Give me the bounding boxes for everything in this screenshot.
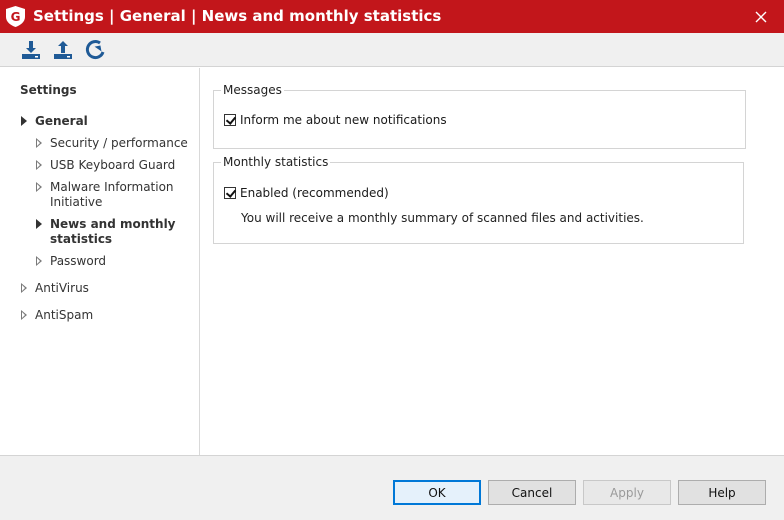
tree-title: Settings [20,83,77,97]
reset-icon [85,40,105,59]
close-icon [755,11,767,22]
import-button[interactable] [19,38,43,62]
title-bar: G Settings | General | News and monthly … [0,0,784,33]
messages-group: Messages Inform me about new notificatio… [213,83,746,149]
export-button[interactable] [51,38,75,62]
dialog-footer: OK Cancel Apply Help [0,455,784,520]
expand-arrow-icon [21,116,27,126]
apply-button: Apply [583,480,671,505]
collapsed-arrow-icon [36,138,42,148]
monthly-statistics-legend: Monthly statistics [221,155,331,169]
monthly-statistics-group: Monthly statistics Enabled (recommended)… [213,155,744,244]
collapsed-arrow-icon [36,256,42,266]
download-icon [22,41,40,59]
settings-content: Messages Inform me about new notificatio… [201,68,784,455]
inform-notifications-checkbox[interactable]: Inform me about new notifications [224,113,447,127]
checkbox-checked-icon [224,187,236,199]
settings-tree: Settings General Security / performance … [0,68,200,455]
reset-button[interactable] [84,38,108,62]
collapsed-arrow-icon [21,310,27,320]
close-button[interactable] [738,0,784,33]
messages-legend: Messages [221,83,284,97]
ok-button[interactable]: OK [393,480,481,505]
monthly-enabled-checkbox[interactable]: Enabled (recommended) [224,186,389,200]
gdata-logo-icon: G [6,6,25,27]
monthly-enabled-label: Enabled (recommended) [240,186,389,200]
window-title: Settings | General | News and monthly st… [33,7,442,25]
expand-arrow-icon [36,219,42,229]
collapsed-arrow-icon [21,283,27,293]
collapsed-arrow-icon [36,182,42,192]
checkbox-checked-icon [224,114,236,126]
upload-icon [54,41,72,59]
cancel-button[interactable]: Cancel [488,480,576,505]
collapsed-arrow-icon [36,160,42,170]
toolbar [0,33,784,67]
inform-notifications-label: Inform me about new notifications [240,113,447,127]
svg-text:G: G [11,10,21,24]
monthly-description: You will receive a monthly summary of sc… [241,211,644,225]
help-button[interactable]: Help [678,480,766,505]
